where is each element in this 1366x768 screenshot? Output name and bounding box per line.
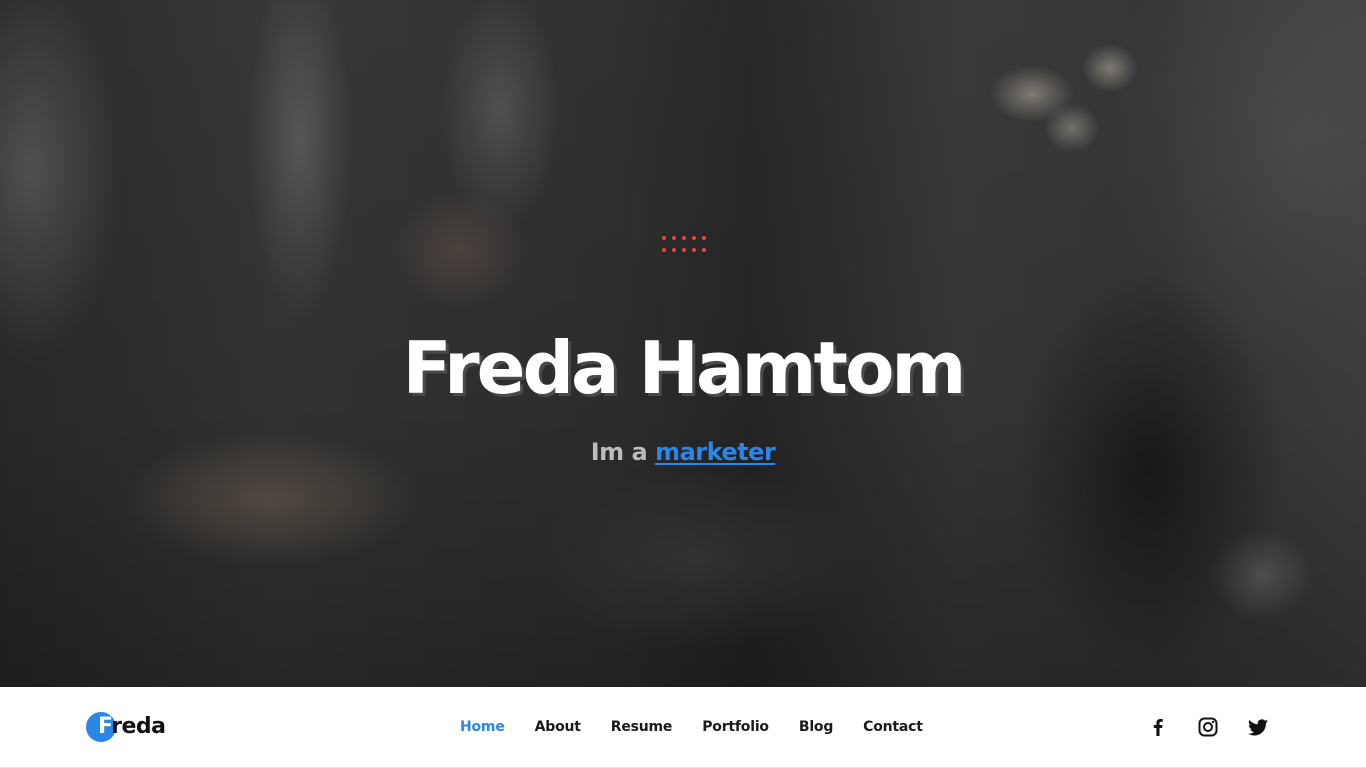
twitter-icon: [1248, 718, 1268, 735]
nav-link-home[interactable]: Home: [460, 715, 505, 739]
instagram-icon: [1198, 717, 1218, 737]
nav-link-contact[interactable]: Contact: [863, 715, 923, 739]
nav-link-portfolio[interactable]: Portfolio: [702, 715, 769, 739]
twitter-link[interactable]: [1246, 715, 1270, 739]
logo-text: Freda: [98, 711, 166, 743]
hero-section: Freda Hamtom Im a marketer: [0, 0, 1366, 687]
tagline-role-link[interactable]: marketer: [655, 438, 776, 466]
navbar: Freda Home About Resume Portfolio Blog C…: [0, 687, 1366, 768]
decorative-dots: [662, 236, 706, 260]
instagram-link[interactable]: [1196, 715, 1220, 739]
facebook-icon: [1153, 719, 1163, 736]
nav-link-blog[interactable]: Blog: [799, 715, 834, 739]
nav-link-about[interactable]: About: [535, 715, 581, 739]
nav-link-resume[interactable]: Resume: [611, 715, 673, 739]
logo-first-letter: F: [98, 714, 112, 739]
logo-rest: reda: [111, 714, 166, 739]
nav-menu: Home About Resume Portfolio Blog Contact: [460, 715, 953, 739]
social-links: [1146, 715, 1270, 739]
hero-tagline: Im a marketer: [0, 434, 1366, 470]
tagline-prefix: Im a: [590, 438, 648, 466]
hero-name: Freda Hamtom: [402, 326, 967, 410]
logo[interactable]: Freda: [86, 711, 166, 743]
facebook-link[interactable]: [1146, 715, 1170, 739]
